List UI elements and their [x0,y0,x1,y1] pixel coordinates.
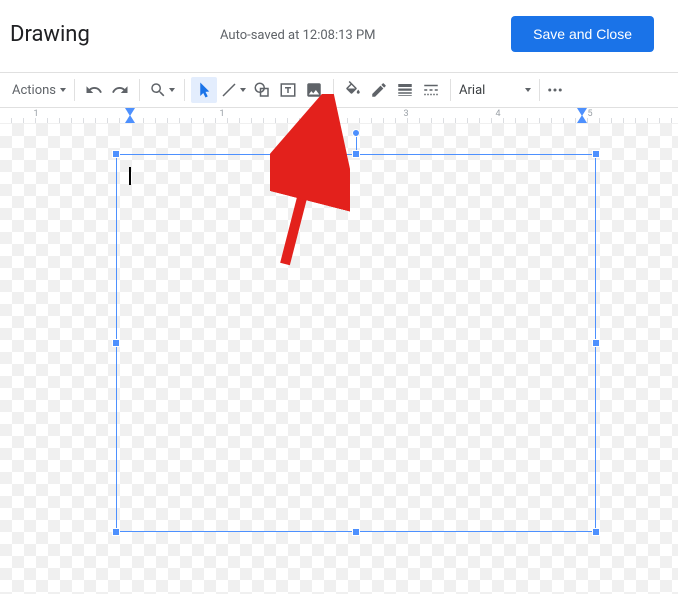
cursor-icon [195,81,213,99]
shape-icon [253,81,271,99]
horizontal-ruler[interactable]: 1 1 2 3 4 5 [0,108,678,124]
caret-down-icon [525,88,531,92]
undo-button[interactable] [81,77,107,103]
selected-textbox[interactable] [116,154,596,532]
ruler-margin-right-marker[interactable] [577,115,587,123]
actions-label: Actions [12,83,56,98]
border-color-button[interactable] [366,77,392,103]
textbox-icon [279,81,297,99]
fill-color-button[interactable] [340,77,366,103]
drawing-canvas[interactable] [0,124,678,594]
resize-handle-e[interactable] [592,339,600,347]
resize-handle-s[interactable] [352,528,360,536]
resize-handle-w[interactable] [112,339,120,347]
toolbar: Actions [0,73,678,108]
image-icon [305,81,323,99]
font-name: Arial [459,83,485,98]
resize-handle-sw[interactable] [112,528,120,536]
image-tool-button[interactable] [301,77,327,103]
border-dash-button[interactable] [418,77,444,103]
more-horizontal-icon [546,81,564,99]
line-icon [220,81,238,99]
zoom-button[interactable] [146,77,178,103]
pencil-icon [370,81,388,99]
ruler-margin-left-marker[interactable] [125,115,135,123]
autosave-status: Auto-saved at 12:08:13 PM [220,28,376,43]
border-weight-button[interactable] [392,77,418,103]
textbox-tool-button[interactable] [275,77,301,103]
resize-handle-se[interactable] [592,528,600,536]
select-tool-button[interactable] [191,77,217,103]
font-selector[interactable]: Arial [453,83,537,98]
caret-down-icon [60,88,66,92]
resize-handle-n[interactable] [352,150,360,158]
save-and-close-button[interactable]: Save and Close [511,16,654,52]
dialog-title: Drawing [10,22,90,47]
border-dash-icon [422,81,440,99]
dialog-header: Drawing Auto-saved at 12:08:13 PM Save a… [0,0,678,73]
resize-handle-ne[interactable] [592,150,600,158]
text-cursor [129,167,131,185]
zoom-icon [149,81,167,99]
paint-bucket-icon [344,81,362,99]
shape-tool-button[interactable] [249,77,275,103]
redo-icon [111,81,129,99]
rotation-connector [356,135,357,151]
actions-menu-button[interactable]: Actions [6,79,72,102]
line-tool-button[interactable] [217,77,249,103]
rotation-handle[interactable] [352,129,360,137]
caret-down-icon [240,88,246,92]
more-options-button[interactable] [542,77,568,103]
undo-icon [85,81,103,99]
line-weight-icon [396,81,414,99]
resize-handle-nw[interactable] [112,150,120,158]
redo-button[interactable] [107,77,133,103]
caret-down-icon [169,88,175,92]
